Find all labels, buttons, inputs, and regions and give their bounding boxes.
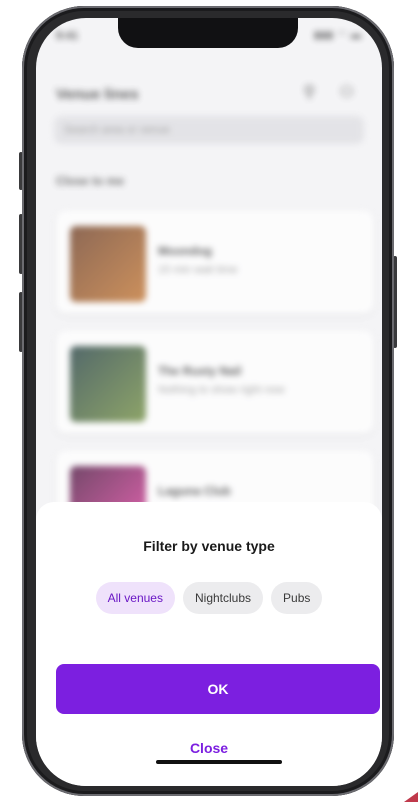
venue-thumbnail [70,226,146,302]
home-indicator[interactable] [156,760,282,764]
venue-thumbnail [70,346,146,422]
venue-type-chips: All venues Nightclubs Pubs [36,582,382,614]
screenshot-stage: 9:41 ▮▮▮ ◠ ▬ Venue lines ⚲ ⚇ Search area… [0,0,418,802]
status-time: 9:41 [56,30,79,42]
venue-name: Laguna Club [158,484,231,498]
ok-button[interactable]: OK [56,664,380,714]
corner-mark [404,792,418,802]
venue-card[interactable]: Moondog 15 min wait time [56,210,374,314]
chip-nightclubs[interactable]: Nightclubs [182,582,264,614]
venue-card[interactable]: The Rusty Nail Nothing to show right now [56,330,374,434]
venue-name: The Rusty Nail [158,364,242,378]
sheet-title: Filter by venue type [143,538,275,554]
chip-all-venues[interactable]: All venues [95,582,175,614]
chip-pubs[interactable]: Pubs [271,582,323,614]
venue-subtitle: 15 min wait time [158,264,238,276]
close-button[interactable]: Close [36,740,382,756]
status-icons: ▮▮▮ ◠ ▬ [314,30,362,41]
venue-name: Moondog [158,244,212,258]
notch [118,18,298,48]
phone-screen: 9:41 ▮▮▮ ◠ ▬ Venue lines ⚲ ⚇ Search area… [36,18,382,786]
section-label: Close to me [56,174,125,188]
search-input[interactable]: Search area or venue [54,116,364,144]
venue-subtitle: Nothing to show right now [158,384,285,396]
app-title: Venue lines [56,86,139,103]
filter-bottom-sheet: Filter by venue type All venues Nightclu… [36,502,382,786]
header-icons[interactable]: ⚲ ⚇ [303,82,364,102]
